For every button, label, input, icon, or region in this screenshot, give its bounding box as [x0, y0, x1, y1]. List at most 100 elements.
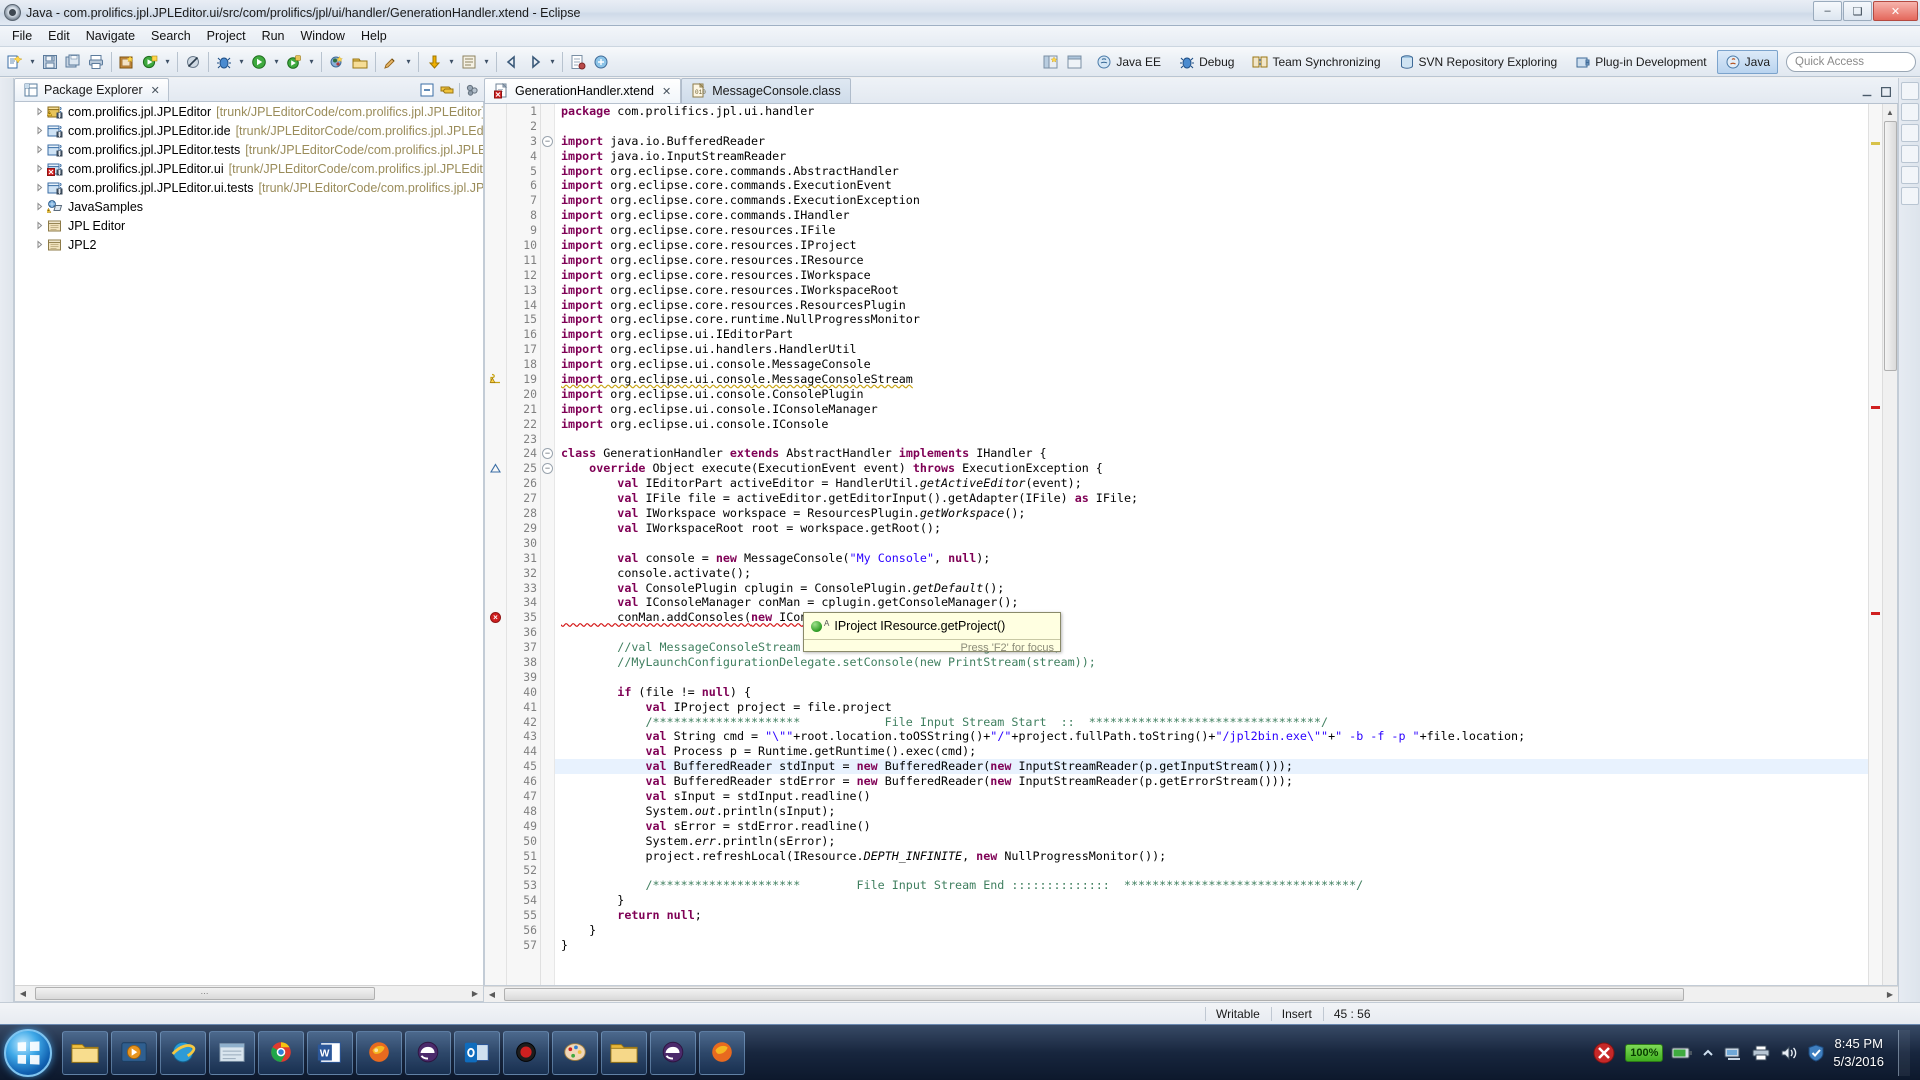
menu-search[interactable]: Search — [143, 27, 199, 45]
next-annotation-button[interactable] — [423, 51, 445, 73]
code-line[interactable]: //val MessageConsoleStream stream = cons… — [555, 640, 1868, 655]
problems-view-shortcut[interactable] — [1900, 124, 1919, 142]
code-line[interactable]: val Process p = Runtime.getRuntime().exe… — [555, 744, 1868, 759]
chevron-right-icon[interactable] — [33, 125, 45, 137]
override-marker-icon[interactable] — [490, 463, 501, 474]
taskbar-internet-explorer[interactable] — [160, 1030, 206, 1075]
code-line[interactable]: } — [555, 893, 1868, 908]
code-line[interactable]: /********************* File Input Stream… — [555, 878, 1868, 893]
taskbar-eclipse[interactable] — [405, 1030, 451, 1075]
scroll-right-icon[interactable]: ▶ — [1882, 987, 1898, 1002]
run-button[interactable] — [248, 51, 270, 73]
run-external-button[interactable] — [283, 51, 305, 73]
tab-package-explorer[interactable]: Package Explorer ✕ — [14, 78, 169, 101]
outline-view-shortcut[interactable] — [1900, 82, 1919, 100]
tree-item-jpleditor-ui-tests[interactable]: com.prolifics.jpl.JPLEditor.ui.tests [tr… — [15, 178, 483, 197]
debug-dropdown-icon[interactable]: ▾ — [236, 51, 247, 73]
code-line[interactable]: import org.eclipse.core.commands.Executi… — [555, 193, 1868, 208]
editor-hscroll-thumb[interactable] — [504, 988, 1684, 1001]
code-line[interactable]: /********************* File Input Stream… — [555, 715, 1868, 730]
declaration-view-shortcut[interactable] — [1900, 166, 1919, 184]
taskbar-file-manager[interactable] — [209, 1030, 255, 1075]
code-line[interactable]: val IConsoleManager conMan = cplugin.get… — [555, 595, 1868, 610]
menu-help[interactable]: Help — [353, 27, 395, 45]
scroll-left-icon[interactable]: ◀ — [15, 986, 31, 1001]
code-line[interactable]: import org.eclipse.ui.handlers.HandlerUt… — [555, 342, 1868, 357]
taskbar-folder-explorer[interactable] — [62, 1030, 108, 1075]
link-with-editor-icon[interactable] — [439, 82, 455, 98]
explorer-scroll-thumb[interactable]: ⋯ — [35, 987, 375, 1000]
code-line[interactable]: class GenerationHandler extends Abstract… — [555, 446, 1868, 461]
run-dropdown-icon[interactable]: ▾ — [271, 51, 282, 73]
customize-perspective-button[interactable] — [1064, 51, 1086, 73]
code-line[interactable]: val BufferedReader stdInput = new Buffer… — [555, 759, 1868, 775]
code-line[interactable]: import org.eclipse.ui.console.ConsolePlu… — [555, 387, 1868, 402]
perspective-debug[interactable]: Debug — [1171, 50, 1242, 74]
code-line[interactable]: val sInput = stdInput.readline() — [555, 789, 1868, 804]
volume-icon[interactable] — [1779, 1044, 1799, 1062]
external-tools-dropdown-icon[interactable]: ▾ — [162, 51, 173, 73]
menu-file[interactable]: File — [4, 27, 40, 45]
task-list-shortcut[interactable] — [1900, 103, 1919, 121]
start-button[interactable] — [4, 1028, 52, 1077]
tab-generationhandler-xtend[interactable]: GenerationHandler.xtend ✕ — [484, 78, 682, 103]
code-line[interactable]: import org.eclipse.ui.IEditorPart — [555, 327, 1868, 342]
new-wizard-dropdown-icon[interactable]: ▾ — [27, 51, 38, 73]
code-line[interactable]: import org.eclipse.core.resources.IWorks… — [555, 283, 1868, 298]
new-java-class-button[interactable] — [326, 51, 348, 73]
code-line[interactable]: import org.eclipse.core.resources.IProje… — [555, 238, 1868, 253]
toggle-breakpoint-button[interactable] — [182, 51, 204, 73]
code-line[interactable]: import java.io.InputStreamReader — [555, 149, 1868, 164]
code-line[interactable]: import org.eclipse.ui.console.IConsoleMa… — [555, 402, 1868, 417]
code-line[interactable]: import org.eclipse.core.runtime.NullProg… — [555, 312, 1868, 327]
previous-annotation-button[interactable] — [458, 51, 480, 73]
tab-messageconsole-class[interactable]: 010 MessageConsole.class — [681, 78, 851, 103]
tree-item-javasamples[interactable]: JavaSamples — [15, 197, 483, 216]
back-button[interactable] — [501, 51, 523, 73]
code-line[interactable]: val String cmd = "\""+root.location.toOS… — [555, 729, 1868, 744]
error-marker-icon[interactable]: × — [490, 612, 501, 624]
forward-dropdown-icon[interactable]: ▾ — [547, 51, 558, 73]
code-line[interactable]: val IFile file = activeEditor.getEditorI… — [555, 491, 1868, 506]
code-line[interactable] — [555, 536, 1868, 551]
perspective-java-ee[interactable]: Java EE — [1088, 50, 1169, 74]
overview-marker-error[interactable] — [1871, 406, 1880, 409]
print-button[interactable] — [85, 51, 107, 73]
clock[interactable]: 8:45 PM 5/3/2016 — [1833, 1035, 1884, 1070]
show-desktop-button[interactable] — [1898, 1030, 1910, 1076]
code-line[interactable]: import java.io.BufferedReader — [555, 134, 1868, 149]
code-line[interactable]: package com.prolifics.jpl.ui.handler — [555, 104, 1868, 119]
collapse-all-icon[interactable] — [419, 82, 435, 98]
editor-vertical-scrollbar[interactable]: ▲ — [1882, 104, 1897, 985]
tree-item-jpleditor-ide[interactable]: com.prolifics.jpl.JPLEditor.ide [trunk/J… — [15, 121, 483, 140]
code-line[interactable]: project.refreshLocal(IResource.DEPTH_INF… — [555, 849, 1868, 864]
close-button[interactable]: ✕ — [1873, 1, 1918, 21]
editor-hscroll-track[interactable] — [500, 987, 1882, 1002]
minimize-button[interactable]: – — [1813, 1, 1842, 21]
code-line[interactable] — [555, 670, 1868, 685]
chevron-right-icon[interactable] — [33, 144, 45, 156]
code-line[interactable] — [555, 432, 1868, 447]
close-icon[interactable]: ✕ — [662, 85, 671, 98]
perspective-team-sync[interactable]: Team Synchronizing — [1244, 50, 1388, 74]
chevron-right-icon[interactable] — [33, 182, 45, 194]
taskbar-media-player[interactable] — [111, 1030, 157, 1075]
chevron-right-icon[interactable] — [33, 239, 45, 251]
menu-run[interactable]: Run — [254, 27, 293, 45]
javadoc-view-shortcut[interactable] — [1900, 145, 1919, 163]
code-line[interactable]: val IWorkspace workspace = ResourcesPlug… — [555, 506, 1868, 521]
editor-scroll-thumb[interactable] — [1884, 121, 1897, 371]
code-line[interactable] — [555, 625, 1868, 640]
code-line[interactable]: import org.eclipse.ui.console.MessageCon… — [555, 372, 1868, 387]
search-button[interactable] — [380, 51, 402, 73]
left-fast-view-bar[interactable] — [0, 78, 14, 1002]
code-line[interactable]: val BufferedReader stdError = new Buffer… — [555, 774, 1868, 789]
chevron-right-icon[interactable] — [33, 163, 45, 175]
code-line[interactable]: import org.eclipse.core.resources.IFile — [555, 223, 1868, 238]
show-hidden-icons-icon[interactable] — [1701, 1046, 1715, 1060]
zoom-level-badge[interactable]: 100% — [1625, 1044, 1664, 1062]
code-line[interactable]: //MyLaunchConfigurationDelegate.setConso… — [555, 655, 1868, 670]
run-external-dropdown-icon[interactable]: ▾ — [306, 51, 317, 73]
open-perspective-button[interactable] — [1040, 51, 1062, 73]
code-line[interactable]: if (file != null) { — [555, 685, 1868, 700]
